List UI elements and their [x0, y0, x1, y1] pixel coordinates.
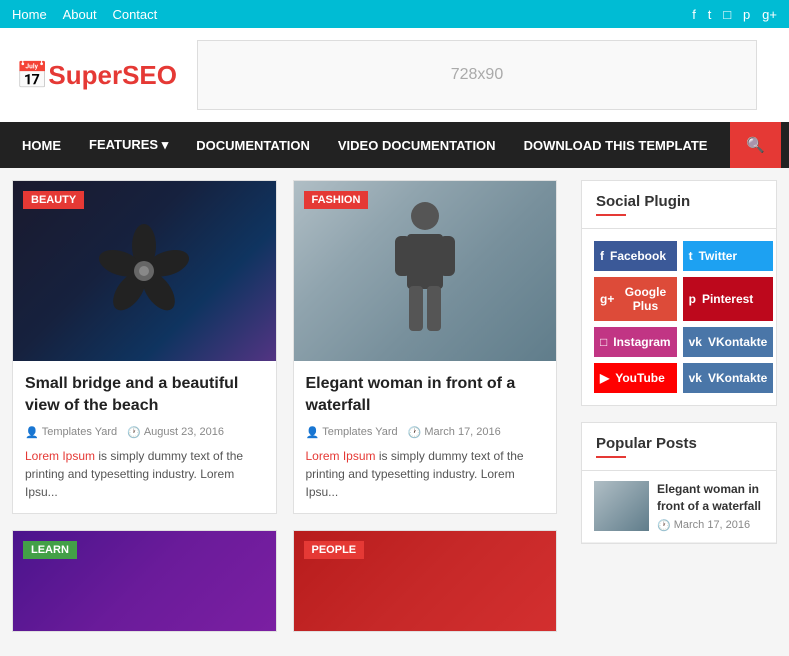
twitter-label: Twitter	[699, 249, 737, 263]
googleplus-icon: g+	[600, 292, 614, 306]
vkontakte-label-2: VKontakte	[708, 371, 767, 385]
top-social: f t □ p g+	[684, 6, 777, 22]
post-card-1: BEAUTY	[12, 180, 277, 514]
social-pinterest-icon[interactable]: p	[743, 7, 750, 22]
social-btn-instagram[interactable]: □ Instagram	[594, 327, 677, 357]
badge-learn-3: LEARN	[23, 541, 77, 559]
logo-seo: SEO	[122, 60, 177, 90]
post-title-2: Elegant woman in front of a waterfall	[306, 373, 545, 418]
social-btn-googleplus[interactable]: g+ Google Plus	[594, 277, 677, 321]
popular-post-info-1: Elegant woman in front of a waterfall 🕐 …	[657, 481, 764, 532]
clock-icon: 🕐	[657, 519, 671, 532]
popular-post-item-1: Elegant woman in front of a waterfall 🕐 …	[582, 471, 776, 543]
youtube-label: YouTube	[615, 371, 665, 385]
logo-super: Super	[48, 60, 122, 90]
main-nav: HOME FEATURES ▾ DOCUMENTATION VIDEO DOCU…	[0, 122, 789, 168]
search-button[interactable]: 🔍	[730, 122, 781, 168]
vkontakte-label-1: VKontakte	[708, 335, 767, 349]
social-btn-youtube[interactable]: ▶ YouTube	[594, 363, 677, 393]
post-card-4: PEOPLE	[293, 530, 558, 632]
social-btn-pinterest[interactable]: p Pinterest	[683, 277, 774, 321]
nav-download-template[interactable]: DOWNLOAD THIS TEMPLATE	[510, 124, 722, 167]
instagram-icon: □	[600, 335, 607, 349]
post-author-1: 👤 Templates Yard	[25, 426, 117, 439]
badge-people-4: PEOPLE	[304, 541, 365, 559]
top-bar: Home About Contact f t □ p g+	[0, 0, 789, 28]
social-googleplus-icon[interactable]: g+	[762, 7, 777, 22]
content-wrap: BEAUTY	[0, 168, 789, 656]
social-btn-vkontakte-1[interactable]: vk VKontakte	[683, 327, 774, 357]
ad-banner: 728x90	[197, 40, 757, 110]
post-body-2: Elegant woman in front of a waterfall 👤 …	[294, 361, 557, 513]
twitter-icon: t	[689, 249, 693, 263]
post-image-4: PEOPLE	[294, 531, 557, 631]
facebook-icon: f	[600, 249, 604, 263]
nav-video-documentation[interactable]: VIDEO DOCUMENTATION	[324, 124, 510, 167]
woman-silhouette-icon	[385, 196, 465, 346]
popular-post-date-1: 🕐 March 17, 2016	[657, 519, 764, 532]
popular-posts-title: Popular Posts	[582, 423, 776, 471]
post-meta-2: 👤 Templates Yard 🕐 March 17, 2016	[306, 426, 545, 439]
header: 📅SuperSEO 728x90	[0, 28, 789, 122]
badge-beauty-1: BEAUTY	[23, 191, 84, 209]
social-btn-facebook[interactable]: f Facebook	[594, 241, 677, 271]
popular-posts-widget: Popular Posts Elegant woman in front of …	[581, 422, 777, 544]
vkontakte-icon-1: vk	[689, 335, 702, 349]
googleplus-label: Google Plus	[620, 285, 670, 313]
post-card-2: FASHION Elegant woman in front of	[293, 180, 558, 514]
post-card-3: LEARN	[12, 530, 277, 632]
nav-features[interactable]: FEATURES ▾	[75, 123, 182, 167]
excerpt-highlight-1: Lorem Ipsum	[25, 449, 95, 463]
social-btn-twitter[interactable]: t Twitter	[683, 241, 774, 271]
social-btn-vkontakte-2[interactable]: vk VKontakte	[683, 363, 774, 393]
post-grid: BEAUTY	[12, 180, 557, 632]
vkontakte-icon-2: vk	[689, 371, 702, 385]
popular-post-title-1: Elegant woman in front of a waterfall	[657, 481, 764, 515]
facebook-label: Facebook	[610, 249, 666, 263]
youtube-icon: ▶	[600, 371, 609, 385]
social-instagram-icon[interactable]: □	[723, 7, 731, 22]
top-nav: Home About Contact	[12, 6, 169, 22]
post-date-2: 🕐 March 17, 2016	[408, 426, 501, 439]
social-twitter-icon[interactable]: t	[708, 7, 712, 22]
post-image-3: LEARN	[13, 531, 276, 631]
nav-documentation[interactable]: DOCUMENTATION	[182, 124, 324, 167]
main-content: BEAUTY	[0, 168, 569, 656]
post-image-1: BEAUTY	[13, 181, 276, 361]
post-excerpt-1: Lorem Ipsum is simply dummy text of the …	[25, 447, 264, 501]
nav-home[interactable]: Home	[12, 7, 47, 22]
site-logo: 📅SuperSEO	[16, 60, 177, 91]
excerpt-highlight-2: Lorem Ipsum	[306, 449, 376, 463]
nav-about[interactable]: About	[63, 7, 97, 22]
post-meta-1: 👤 Templates Yard 🕐 August 23, 2016	[25, 426, 264, 439]
pinterest-label: Pinterest	[702, 292, 753, 306]
nav-home-main[interactable]: HOME	[8, 124, 75, 167]
pinterest-icon: p	[689, 292, 696, 306]
social-plugin-widget: Social Plugin f Facebook t Twitter g+ Go…	[581, 180, 777, 406]
social-buttons: f Facebook t Twitter g+ Google Plus p Pi…	[582, 229, 776, 405]
social-plugin-title: Social Plugin	[582, 181, 776, 229]
post-title-1: Small bridge and a beautiful view of the…	[25, 373, 264, 418]
badge-fashion-2: FASHION	[304, 191, 369, 209]
post-author-2: 👤 Templates Yard	[306, 426, 398, 439]
popular-post-thumb-1	[594, 481, 649, 531]
social-facebook-icon[interactable]: f	[692, 7, 696, 22]
post-date-1: 🕐 August 23, 2016	[127, 426, 224, 439]
nav-contact[interactable]: Contact	[112, 7, 157, 22]
instagram-label: Instagram	[613, 335, 670, 349]
post-image-2: FASHION	[294, 181, 557, 361]
propeller-icon	[84, 211, 204, 331]
sidebar: Social Plugin f Facebook t Twitter g+ Go…	[569, 168, 789, 656]
post-body-1: Small bridge and a beautiful view of the…	[13, 361, 276, 513]
post-excerpt-2: Lorem Ipsum is simply dummy text of the …	[306, 447, 545, 501]
